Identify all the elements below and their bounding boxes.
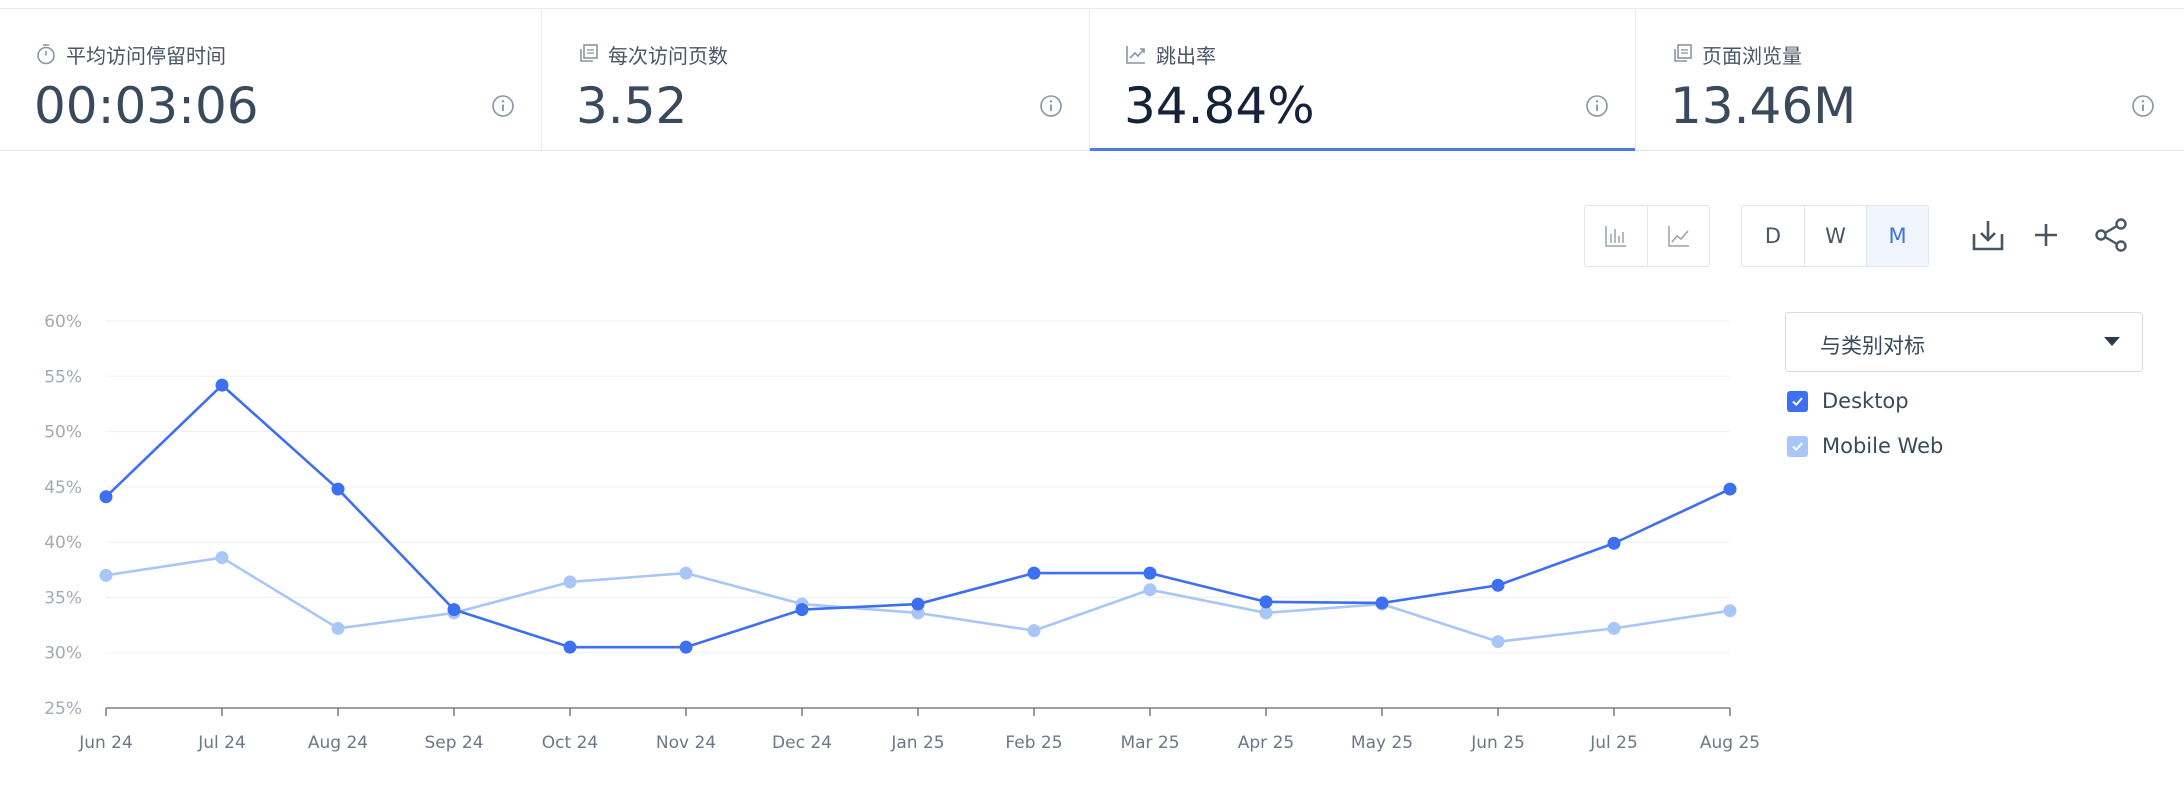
- dropdown-selected-value: 与类别对标: [1820, 334, 1925, 358]
- metric-value: 00:03:06: [34, 77, 259, 135]
- info-icon[interactable]: [1039, 94, 1063, 118]
- granularity-week-button[interactable]: W: [1804, 206, 1866, 266]
- y-tick-label: 45%: [44, 478, 82, 498]
- data-point-desktop: [331, 482, 345, 496]
- metric-label: 每次访问页数: [608, 44, 728, 68]
- data-point-mobile-web: [1027, 624, 1041, 638]
- bar-chart-button[interactable]: [1585, 206, 1647, 266]
- data-point-mobile-web: [1723, 604, 1737, 618]
- data-point-desktop: [1259, 595, 1273, 609]
- x-tick-label: Mar 25: [1120, 733, 1179, 753]
- granularity-toggle: D W M: [1741, 205, 1929, 267]
- data-point-mobile-web: [1491, 635, 1505, 649]
- data-point-desktop: [1027, 566, 1041, 580]
- download-icon[interactable]: [1969, 216, 2007, 254]
- data-point-desktop: [215, 378, 229, 392]
- metric-card-pages-per-visit[interactable]: 每次访问页数 3.52: [541, 10, 1089, 150]
- checkbox-checked-icon[interactable]: [1787, 390, 1808, 412]
- data-point-mobile-web: [563, 575, 577, 589]
- info-icon[interactable]: [491, 94, 515, 118]
- pages-icon: [580, 44, 598, 62]
- x-tick-label: Aug 24: [308, 733, 368, 753]
- info-icon[interactable]: [1585, 94, 1609, 118]
- top-divider: [0, 0, 2184, 9]
- legend-item-mobile-web[interactable]: Mobile Web: [1787, 433, 1943, 459]
- plus-icon[interactable]: [2027, 216, 2065, 254]
- benchmark-dropdown[interactable]: 与类别对标: [1785, 312, 2143, 372]
- checkbox-checked-icon[interactable]: [1787, 435, 1808, 457]
- data-point-mobile-web: [679, 566, 693, 580]
- data-point-desktop: [795, 603, 809, 617]
- y-tick-label: 50%: [44, 423, 82, 443]
- y-tick-label: 30%: [44, 644, 82, 664]
- stopwatch-icon: [37, 44, 55, 65]
- metric-value: 3.52: [576, 77, 688, 135]
- y-tick-label: 55%: [44, 367, 82, 387]
- info-icon[interactable]: [2131, 94, 2155, 118]
- bar-chart-icon: [1605, 226, 1626, 247]
- data-point-desktop: [1491, 578, 1505, 592]
- data-point-desktop: [563, 640, 577, 654]
- x-tick-label: Feb 25: [1005, 733, 1062, 753]
- caret-down-icon: [2104, 337, 2120, 346]
- data-point-desktop: [1723, 482, 1737, 496]
- granularity-month-button[interactable]: M: [1866, 206, 1928, 266]
- metrics-bar: 平均访问停留时间 00:03:06 每次访问页数 3.52 跳出率 34.84%…: [0, 10, 2184, 151]
- data-point-mobile-web: [331, 621, 345, 635]
- metric-card-bounce-rate[interactable]: 跳出率 34.84%: [1089, 10, 1635, 151]
- x-tick-label: Aug 25: [1700, 733, 1760, 753]
- data-point-desktop: [1143, 566, 1157, 580]
- data-point-mobile-web: [99, 568, 113, 582]
- x-tick-label: Jun 25: [1470, 733, 1525, 753]
- x-tick-label: Jun 24: [78, 733, 133, 753]
- bounce-rate-line-chart: 25% 30% 35% 40% 45% 50% 55% 60% Jun 24 Jul 24 Aug …: [44, 312, 1760, 753]
- data-point-desktop: [447, 603, 461, 617]
- metric-card-page-views[interactable]: 页面浏览量 13.46M: [1635, 10, 2184, 150]
- y-tick-label: 60%: [44, 312, 82, 332]
- legend-item-desktop[interactable]: Desktop: [1787, 388, 1909, 414]
- x-tick-label: Jul 24: [197, 733, 246, 753]
- pages-icon: [1674, 44, 1692, 62]
- y-tick-label: 25%: [44, 699, 82, 719]
- data-point-mobile-web: [1607, 621, 1621, 635]
- data-point-mobile-web: [1143, 583, 1157, 597]
- data-point-desktop: [1375, 596, 1389, 610]
- metric-value: 34.84%: [1124, 77, 1315, 135]
- trend-up-icon: [1126, 46, 1145, 64]
- data-point-mobile-web: [1259, 606, 1273, 620]
- x-tick-label: May 25: [1351, 733, 1413, 753]
- x-tick-label: Nov 24: [656, 733, 716, 753]
- chart-type-toggle: [1584, 205, 1710, 267]
- x-tick-label: Sep 24: [424, 733, 483, 753]
- active-tab-underline: [1090, 148, 1635, 151]
- y-tick-label: 35%: [44, 588, 82, 608]
- share-icon[interactable]: [2092, 216, 2130, 254]
- x-tick-label: Jan 25: [890, 733, 944, 753]
- metric-card-avg-visit-duration[interactable]: 平均访问停留时间 00:03:06: [0, 10, 541, 150]
- data-point-desktop: [99, 490, 113, 504]
- data-point-mobile-web: [215, 551, 229, 565]
- metric-label: 平均访问停留时间: [66, 44, 226, 68]
- data-point-desktop: [679, 640, 693, 654]
- data-point-desktop: [1607, 536, 1621, 550]
- granularity-day-button[interactable]: D: [1742, 206, 1804, 266]
- data-point-desktop: [911, 597, 925, 611]
- x-tick-label: Dec 24: [772, 733, 832, 753]
- line-chart-button[interactable]: [1647, 206, 1709, 266]
- legend-label: Desktop: [1822, 389, 1909, 413]
- x-tick-label: Apr 25: [1238, 733, 1294, 753]
- metric-label: 页面浏览量: [1702, 44, 1802, 68]
- x-tick-label: Oct 24: [542, 733, 598, 753]
- metric-value: 13.46M: [1670, 77, 1857, 135]
- line-chart-icon: [1667, 226, 1689, 247]
- x-tick-label: Jul 25: [1589, 733, 1638, 753]
- metric-label: 跳出率: [1156, 44, 1216, 68]
- y-tick-label: 40%: [44, 533, 82, 553]
- legend-label: Mobile Web: [1822, 434, 1944, 458]
